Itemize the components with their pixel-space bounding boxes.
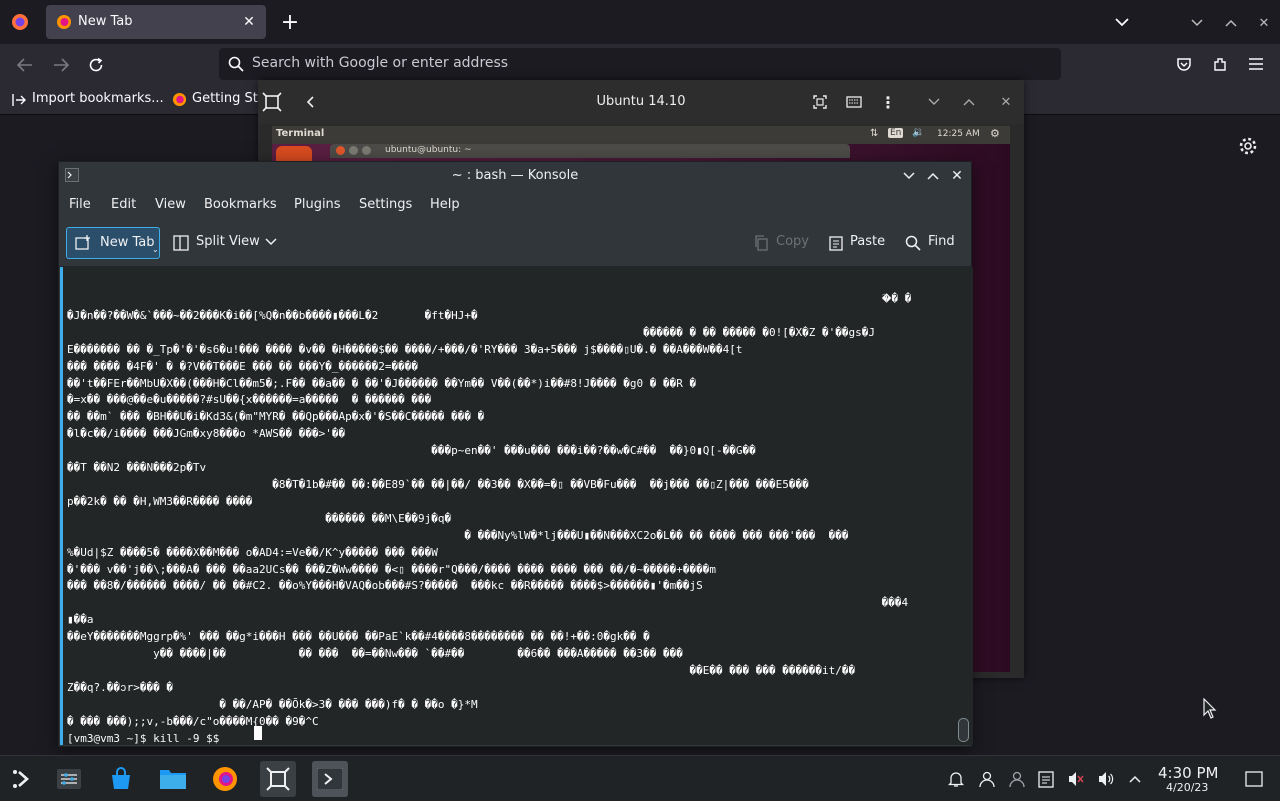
back-arrow-icon[interactable] — [12, 52, 38, 78]
forward-arrow-icon[interactable] — [48, 52, 74, 78]
konsole-window: ~ : bash — Konsole ✕ File Edit View Book… — [58, 161, 973, 747]
terminal-cursor — [254, 726, 262, 740]
paste-button[interactable]: Paste — [850, 234, 885, 249]
minimize-window-icon[interactable] — [1186, 12, 1208, 34]
list-all-tabs-icon[interactable] — [1110, 10, 1134, 34]
split-view-chevron-down-icon[interactable] — [265, 238, 277, 246]
find-button[interactable]: Find — [928, 234, 955, 249]
reload-icon[interactable] — [83, 52, 109, 78]
taskbar: 4:30 PM 4/20/23 — [0, 755, 1280, 801]
paste-icon — [828, 235, 844, 251]
import-bookmarks-icon — [12, 93, 26, 107]
tab-new-tab[interactable]: New Tab ✕ — [46, 5, 266, 39]
address-placeholder: Search with Google or enter address — [252, 55, 509, 71]
konsole-title: ~ : bash — Konsole — [451, 168, 579, 183]
bookmark-getting-started-link[interactable]: Getting St — [192, 91, 258, 106]
vm-fullscreen-icon[interactable] — [810, 92, 830, 112]
menu-plugins[interactable]: Plugins — [294, 197, 341, 212]
vm-more-options-icon[interactable]: ⋮ — [878, 92, 898, 112]
menu-file[interactable]: File — [69, 197, 91, 212]
volume-icon: 🔉 — [912, 127, 925, 138]
terminal-view[interactable]: �ࣤ� � �J�n��?��W�&`���~��2���K�i��[%Q�n�… — [60, 267, 973, 745]
ubuntu-minimize-dot-icon — [349, 146, 358, 155]
mouse-pointer-icon — [1203, 698, 1217, 720]
vm-title: Ubuntu 14.10 — [596, 94, 686, 109]
ubuntu-panel-app-title: Terminal — [276, 128, 325, 139]
user-account-icon[interactable] — [971, 761, 1003, 797]
menu-help[interactable]: Help — [430, 197, 460, 212]
hamburger-menu-icon[interactable] — [1244, 52, 1268, 76]
clipboard-icon[interactable] — [1030, 761, 1062, 797]
menu-view[interactable]: View — [155, 197, 186, 212]
ubuntu-system-gear-icon: ⚙ — [990, 127, 1000, 140]
konsole-toolbar: New Tab ⌄ Split View Copy Paste Find — [59, 220, 971, 267]
file-manager-icon[interactable] — [155, 761, 191, 797]
terminal-output: �ࣤ� � �J�n��?��W�&`���~��2���K�i��[%Q�n�… — [67, 292, 912, 745]
firefox-taskbar-icon[interactable] — [207, 761, 243, 797]
konsole-taskbar-icon[interactable] — [312, 761, 348, 797]
new-tab-dropdown-icon: ⌄ — [152, 245, 159, 254]
clock-date[interactable]: 4/20/23 — [1166, 781, 1208, 794]
konsole-title-bar: ~ : bash — Konsole ✕ — [59, 162, 971, 190]
menu-edit[interactable]: Edit — [111, 197, 136, 212]
vm-minimize-icon[interactable] — [924, 92, 944, 112]
firefox-logo-icon — [56, 14, 72, 30]
ubuntu-top-panel: Terminal ⇅ En 🔉 12:25 AM ⚙ — [272, 126, 1010, 144]
tab-title: New Tab — [78, 14, 133, 29]
konsole-menu-bar: File Edit View Bookmarks Plugins Setting… — [59, 190, 971, 220]
ubuntu-clock: 12:25 AM — [937, 129, 980, 139]
network-arrows-icon: ⇅ — [870, 128, 879, 139]
new-tab-plus-icon[interactable]: + — [278, 10, 302, 35]
menu-settings[interactable]: Settings — [359, 197, 412, 212]
vm-title-bar: Ubuntu 14.10 ⋮ ✕ — [258, 80, 1024, 124]
user-switch-icon[interactable] — [1001, 761, 1033, 797]
new-tab-icon — [75, 235, 91, 251]
ubuntu-terminal-title: ubuntu@ubuntu: ~ — [385, 145, 472, 155]
firefox-bookmark-icon — [172, 92, 187, 107]
discover-store-icon[interactable] — [103, 761, 139, 797]
new-tab-button[interactable]: New Tab ⌄ — [66, 227, 160, 259]
address-bar[interactable]: Search with Google or enter address — [219, 48, 1061, 80]
application-launcher-icon[interactable] — [4, 761, 40, 797]
pocket-icon[interactable] — [1172, 52, 1196, 76]
notifications-bell-icon[interactable] — [940, 761, 972, 797]
audio-muted-icon[interactable] — [1060, 761, 1092, 797]
ubuntu-terminal-titlebar: ubuntu@ubuntu: ~ — [330, 144, 850, 158]
system-settings-icon[interactable] — [51, 761, 87, 797]
close-window-icon[interactable]: ✕ — [1253, 12, 1275, 34]
ubuntu-close-dot-icon — [336, 146, 345, 155]
menu-bookmarks[interactable]: Bookmarks — [204, 197, 277, 212]
ubuntu-maximize-dot-icon — [362, 146, 371, 155]
search-icon — [228, 56, 244, 72]
vm-maximize-icon[interactable] — [959, 92, 979, 112]
keyboard-layout-indicator: En — [888, 128, 904, 138]
konsole-maximize-icon[interactable] — [923, 166, 943, 186]
copy-icon — [753, 235, 769, 251]
konsole-close-icon[interactable]: ✕ — [947, 166, 967, 186]
vm-keyboard-icon[interactable] — [844, 92, 864, 112]
browser-tab-bar: New Tab ✕ + ✕ — [0, 0, 1280, 44]
tray-expand-chevron-up-icon[interactable] — [1119, 761, 1151, 797]
new-tab-label: New Tab — [100, 235, 155, 250]
close-tab-icon[interactable]: ✕ — [240, 13, 258, 31]
volume-icon[interactable] — [1090, 761, 1122, 797]
vm-viewer-taskbar-icon[interactable] — [260, 761, 296, 797]
find-search-icon — [905, 235, 921, 251]
extensions-icon[interactable] — [1208, 52, 1232, 76]
settings-gear-icon[interactable] — [1236, 134, 1260, 158]
maximize-window-icon[interactable] — [1220, 12, 1242, 34]
bookmark-import-link[interactable]: Import bookmarks... — [32, 91, 164, 106]
terminal-scrollbar[interactable] — [958, 718, 969, 742]
split-view-button[interactable]: Split View — [196, 234, 260, 249]
split-view-icon[interactable] — [173, 235, 189, 251]
clock-time[interactable]: 4:30 PM — [1158, 764, 1218, 782]
firefox-view-icon[interactable] — [8, 10, 32, 34]
show-desktop-icon[interactable] — [1238, 761, 1270, 797]
copy-button[interactable]: Copy — [776, 234, 809, 249]
konsole-minimize-icon[interactable] — [899, 166, 919, 186]
vm-close-icon[interactable]: ✕ — [996, 92, 1016, 112]
